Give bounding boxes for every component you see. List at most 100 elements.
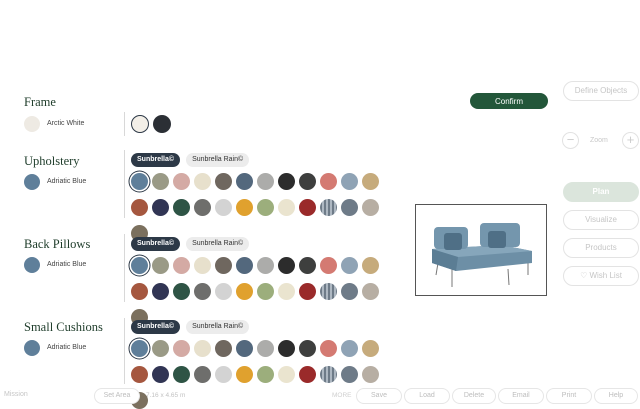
frame-swatch[interactable]	[153, 115, 171, 133]
tab-sunbrella-rain[interactable]: Sunbrella Rain©	[186, 320, 250, 334]
color-swatch[interactable]	[236, 173, 253, 190]
color-swatch[interactable]	[341, 366, 358, 383]
email-button[interactable]: Email	[498, 388, 544, 404]
color-swatch[interactable]	[341, 257, 358, 274]
color-swatch[interactable]	[278, 366, 295, 383]
tab-sunbrella[interactable]: Sunbrella©	[131, 153, 181, 167]
color-swatch[interactable]	[299, 366, 316, 383]
color-swatch[interactable]	[362, 340, 379, 357]
color-swatch[interactable]	[152, 283, 169, 300]
color-swatch[interactable]	[257, 257, 274, 274]
color-swatch[interactable]	[362, 283, 379, 300]
color-swatch[interactable]	[341, 199, 358, 216]
color-swatch[interactable]	[131, 340, 148, 357]
print-button[interactable]: Print	[546, 388, 592, 404]
color-swatch[interactable]	[299, 199, 316, 216]
plan-button[interactable]: Plan	[563, 182, 639, 202]
back-pillows-swatch-grid	[131, 257, 379, 326]
define-objects-button[interactable]: Define Objects	[563, 81, 639, 101]
color-swatch[interactable]	[257, 283, 274, 300]
color-swatch[interactable]	[152, 173, 169, 190]
color-swatch[interactable]	[194, 283, 211, 300]
product-preview	[415, 204, 547, 296]
color-swatch[interactable]	[173, 173, 190, 190]
color-swatch[interactable]	[215, 257, 232, 274]
back-pillows-current-swatch	[24, 257, 40, 273]
zoom-out-button[interactable]: −	[562, 132, 579, 149]
color-swatch[interactable]	[173, 283, 190, 300]
color-swatch[interactable]	[320, 283, 337, 300]
color-swatch[interactable]	[278, 257, 295, 274]
color-swatch[interactable]	[299, 173, 316, 190]
color-swatch[interactable]	[236, 366, 253, 383]
color-swatch[interactable]	[131, 366, 148, 383]
color-swatch[interactable]	[152, 340, 169, 357]
color-swatch[interactable]	[362, 366, 379, 383]
sofa-image	[432, 223, 532, 287]
color-swatch[interactable]	[194, 257, 211, 274]
color-swatch[interactable]	[173, 366, 190, 383]
color-swatch[interactable]	[257, 340, 274, 357]
color-swatch[interactable]	[278, 283, 295, 300]
color-swatch[interactable]	[236, 283, 253, 300]
color-swatch[interactable]	[299, 283, 316, 300]
color-swatch[interactable]	[131, 173, 148, 190]
color-swatch[interactable]	[299, 340, 316, 357]
wish-list-button[interactable]: ♡ Wish List	[563, 266, 639, 286]
tab-sunbrella[interactable]: Sunbrella©	[131, 237, 181, 251]
color-swatch[interactable]	[341, 283, 358, 300]
color-swatch[interactable]	[320, 340, 337, 357]
color-swatch[interactable]	[236, 257, 253, 274]
color-swatch[interactable]	[320, 366, 337, 383]
color-swatch[interactable]	[215, 283, 232, 300]
zoom-in-button[interactable]: +	[622, 132, 639, 149]
color-swatch[interactable]	[173, 199, 190, 216]
color-swatch[interactable]	[215, 173, 232, 190]
confirm-button[interactable]: Confirm	[470, 93, 548, 109]
load-button[interactable]: Load	[404, 388, 450, 404]
color-swatch[interactable]	[131, 199, 148, 216]
color-swatch[interactable]	[194, 199, 211, 216]
color-swatch[interactable]	[320, 173, 337, 190]
color-swatch[interactable]	[320, 199, 337, 216]
color-swatch[interactable]	[131, 283, 148, 300]
color-swatch[interactable]	[215, 199, 232, 216]
color-swatch[interactable]	[362, 199, 379, 216]
color-swatch[interactable]	[362, 173, 379, 190]
color-swatch[interactable]	[257, 199, 274, 216]
color-swatch[interactable]	[320, 257, 337, 274]
products-button[interactable]: Products	[563, 238, 639, 258]
color-swatch[interactable]	[194, 340, 211, 357]
color-swatch[interactable]	[131, 257, 148, 274]
delete-button[interactable]: Delete	[452, 388, 496, 404]
frame-swatch[interactable]	[131, 115, 149, 133]
color-swatch[interactable]	[278, 173, 295, 190]
color-swatch[interactable]	[236, 199, 253, 216]
color-swatch[interactable]	[215, 366, 232, 383]
tab-sunbrella-rain[interactable]: Sunbrella Rain©	[186, 237, 250, 251]
color-swatch[interactable]	[152, 257, 169, 274]
color-swatch[interactable]	[152, 199, 169, 216]
tab-sunbrella-rain[interactable]: Sunbrella Rain©	[186, 153, 250, 167]
color-swatch[interactable]	[173, 257, 190, 274]
color-swatch[interactable]	[152, 366, 169, 383]
tab-sunbrella[interactable]: Sunbrella©	[131, 320, 181, 334]
color-swatch[interactable]	[341, 173, 358, 190]
color-swatch[interactable]	[278, 199, 295, 216]
color-swatch[interactable]	[299, 257, 316, 274]
color-swatch[interactable]	[341, 340, 358, 357]
color-swatch[interactable]	[194, 366, 211, 383]
color-swatch[interactable]	[236, 340, 253, 357]
save-button[interactable]: Save	[356, 388, 402, 404]
color-swatch[interactable]	[215, 340, 232, 357]
color-swatch[interactable]	[257, 173, 274, 190]
color-swatch[interactable]	[278, 340, 295, 357]
color-swatch[interactable]	[362, 257, 379, 274]
set-area-button[interactable]: Set Area	[94, 388, 140, 404]
visualize-button[interactable]: Visualize	[563, 210, 639, 230]
help-button[interactable]: Help	[594, 388, 638, 404]
color-swatch[interactable]	[173, 340, 190, 357]
color-swatch[interactable]	[194, 173, 211, 190]
color-swatch[interactable]	[257, 366, 274, 383]
area-dimensions: 7.16 x 4.65 m	[146, 392, 186, 399]
